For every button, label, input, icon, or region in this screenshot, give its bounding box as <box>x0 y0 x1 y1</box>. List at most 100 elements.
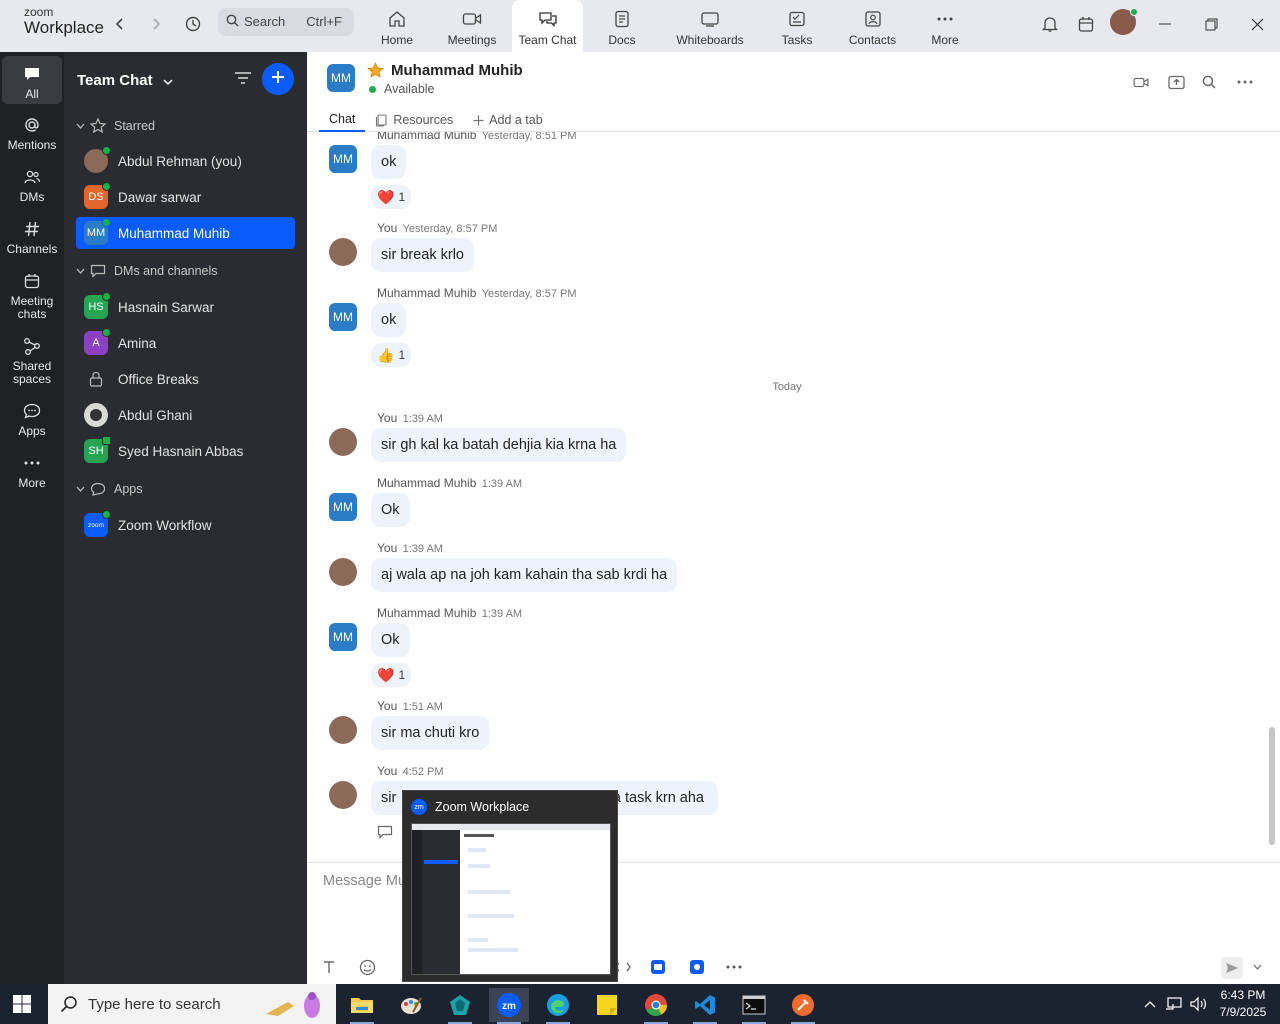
chat-row-syed-hasnain-abbas[interactable]: SH Syed Hasnain Abbas <box>76 435 295 467</box>
message-bubble[interactable]: ok <box>371 145 407 179</box>
chat-row-muhammad-muhib[interactable]: MM Muhammad Muhib <box>76 217 295 249</box>
message-bubble[interactable]: sir gh kal ka batah dehjia kia krna ha <box>371 428 627 462</box>
chevron-down-icon[interactable] <box>1247 957 1267 977</box>
forward-arrow-icon[interactable] <box>144 12 168 36</box>
message-scrollbar[interactable] <box>1268 132 1276 862</box>
new-chat-button[interactable] <box>262 63 294 95</box>
chat-row-abdul-ghani[interactable]: Abdul Ghani <box>76 399 295 431</box>
edge-browser-icon[interactable] <box>538 988 578 1024</box>
chrome-icon[interactable] <box>636 988 676 1024</box>
sidebar-title[interactable]: Team Chat <box>77 72 173 90</box>
contact-name[interactable]: Muhammad Muhib <box>391 62 523 79</box>
user-avatar[interactable] <box>1110 8 1138 35</box>
nav-team-chat[interactable]: Team Chat <box>512 0 583 52</box>
nav-meetings[interactable]: Meetings <box>440 0 504 52</box>
chat-row-zoom-workflow[interactable]: zoom Zoom Workflow <box>76 509 295 541</box>
file-explorer-icon[interactable] <box>342 988 382 1024</box>
zoom-taskbar-icon[interactable]: zm <box>489 988 529 1024</box>
tab-resources[interactable]: Resources <box>365 108 463 132</box>
chat-row-amina[interactable]: A Amina <box>76 327 295 359</box>
app-icon[interactable] <box>648 957 668 977</box>
sender-avatar[interactable]: MM <box>329 303 357 331</box>
sender-avatar[interactable]: MM <box>329 145 357 173</box>
rail-more[interactable]: More <box>2 452 62 490</box>
chevron-up-icon[interactable] <box>1140 994 1160 1014</box>
more-options-icon[interactable] <box>1235 72 1255 92</box>
app-diamond-icon[interactable] <box>440 988 480 1024</box>
message-bubble[interactable]: Ok <box>371 493 410 527</box>
share-screen-icon[interactable] <box>1166 72 1186 92</box>
taskbar-clock[interactable]: 6:43 PM 7/9/2025 <box>1214 987 1272 1021</box>
sender-avatar[interactable] <box>329 781 357 809</box>
search-input[interactable]: Search Ctrl+F <box>218 8 354 36</box>
message-bubble[interactable]: Ok <box>371 623 410 657</box>
chat-row-abdul-rehman[interactable]: Abdul Rehman (you) <box>76 145 295 177</box>
nav-whiteboards[interactable]: Whiteboards <box>672 0 748 52</box>
sender-avatar[interactable] <box>329 428 357 456</box>
restore-icon[interactable] <box>1199 12 1223 36</box>
windows-start-icon[interactable] <box>12 994 32 1014</box>
message-bubble[interactable]: sir break krlo <box>371 238 474 272</box>
section-starred[interactable]: Starred <box>76 118 155 133</box>
rail-shared-spaces[interactable]: Shared spaces <box>2 335 62 386</box>
message-bubble[interactable]: sir ma chuti kro <box>371 716 490 750</box>
volume-icon[interactable] <box>1188 994 1208 1014</box>
message-input[interactable]: Message Mu <box>323 873 406 889</box>
app-icon[interactable] <box>687 957 707 977</box>
rail-apps[interactable]: Apps <box>2 400 62 438</box>
video-call-icon[interactable] <box>1131 72 1151 92</box>
star-filled-icon[interactable] <box>367 62 384 83</box>
emoji-icon[interactable] <box>357 957 377 977</box>
terminal-icon[interactable] <box>734 988 774 1024</box>
close-icon[interactable] <box>1245 12 1269 36</box>
message-bubble[interactable]: aj wala ap na joh kam kahain tha sab krd… <box>371 558 678 592</box>
tab-add[interactable]: Add a tab <box>463 108 553 132</box>
nav-contacts[interactable]: Contacts <box>845 0 900 52</box>
nav-tasks[interactable]: Tasks <box>776 0 818 52</box>
chat-row-dawar-sarwar[interactable]: DS Dawar sarwar <box>76 181 295 213</box>
tab-chat[interactable]: Chat <box>319 108 366 132</box>
reaction-chip[interactable]: 👍 1 <box>371 343 412 367</box>
taskbar-thumbnail-preview[interactable]: zm Zoom Workplace <box>402 790 618 982</box>
chat-row-hasnain-sarwar[interactable]: HS Hasnain Sarwar <box>76 291 295 323</box>
reaction-chip[interactable]: ❤️ 1 <box>371 185 412 209</box>
history-icon[interactable] <box>181 12 205 36</box>
nav-more[interactable]: More <box>926 0 964 52</box>
rail-channels[interactable]: Channels <box>2 218 62 256</box>
sticky-notes-icon[interactable] <box>587 988 627 1022</box>
sender-avatar[interactable]: MM <box>329 493 357 521</box>
contact-avatar[interactable]: MM <box>327 64 355 92</box>
search-icon[interactable] <box>1199 72 1219 92</box>
postman-icon[interactable] <box>783 988 823 1024</box>
calendar-gift-icon[interactable] <box>1074 12 1098 36</box>
nav-home[interactable]: Home <box>370 0 424 52</box>
section-dms-channels[interactable]: DMs and channels <box>76 264 218 278</box>
reply-icon[interactable] <box>377 825 393 844</box>
scroll-thumb[interactable] <box>1269 727 1275 845</box>
taskbar-search-input[interactable]: Type here to search <box>48 984 336 1024</box>
rail-all[interactable]: All <box>2 56 62 104</box>
filter-icon[interactable] <box>234 70 254 90</box>
sender-avatar[interactable] <box>329 558 357 586</box>
bell-icon[interactable] <box>1038 12 1062 36</box>
paint-icon[interactable] <box>391 988 431 1022</box>
reaction-chip[interactable]: ❤️ 1 <box>371 663 412 687</box>
chat-row-office-breaks[interactable]: Office Breaks <box>76 363 295 395</box>
nav-docs[interactable]: Docs <box>597 0 647 52</box>
back-arrow-icon[interactable] <box>108 12 132 36</box>
message-bubble[interactable]: ok <box>371 303 407 337</box>
network-icon[interactable] <box>1164 994 1184 1014</box>
rail-mentions[interactable]: Mentions <box>2 114 62 152</box>
format-text-icon[interactable] <box>319 957 339 977</box>
more-options-icon[interactable] <box>724 957 744 977</box>
send-icon[interactable] <box>1221 957 1243 979</box>
sender-avatar[interactable] <box>329 716 357 744</box>
sender-avatar[interactable] <box>329 238 357 266</box>
rail-meeting-chats[interactable]: Meeting chats <box>2 270 62 321</box>
section-apps[interactable]: Apps <box>76 482 143 496</box>
message-list[interactable]: Muhammad Muhib Yesterday, 8:51 PM MM ok … <box>307 132 1280 862</box>
sender-avatar[interactable]: MM <box>329 623 357 651</box>
vscode-icon[interactable] <box>685 988 725 1024</box>
minimize-icon[interactable] <box>1153 12 1177 36</box>
rail-dms[interactable]: DMs <box>2 166 62 204</box>
